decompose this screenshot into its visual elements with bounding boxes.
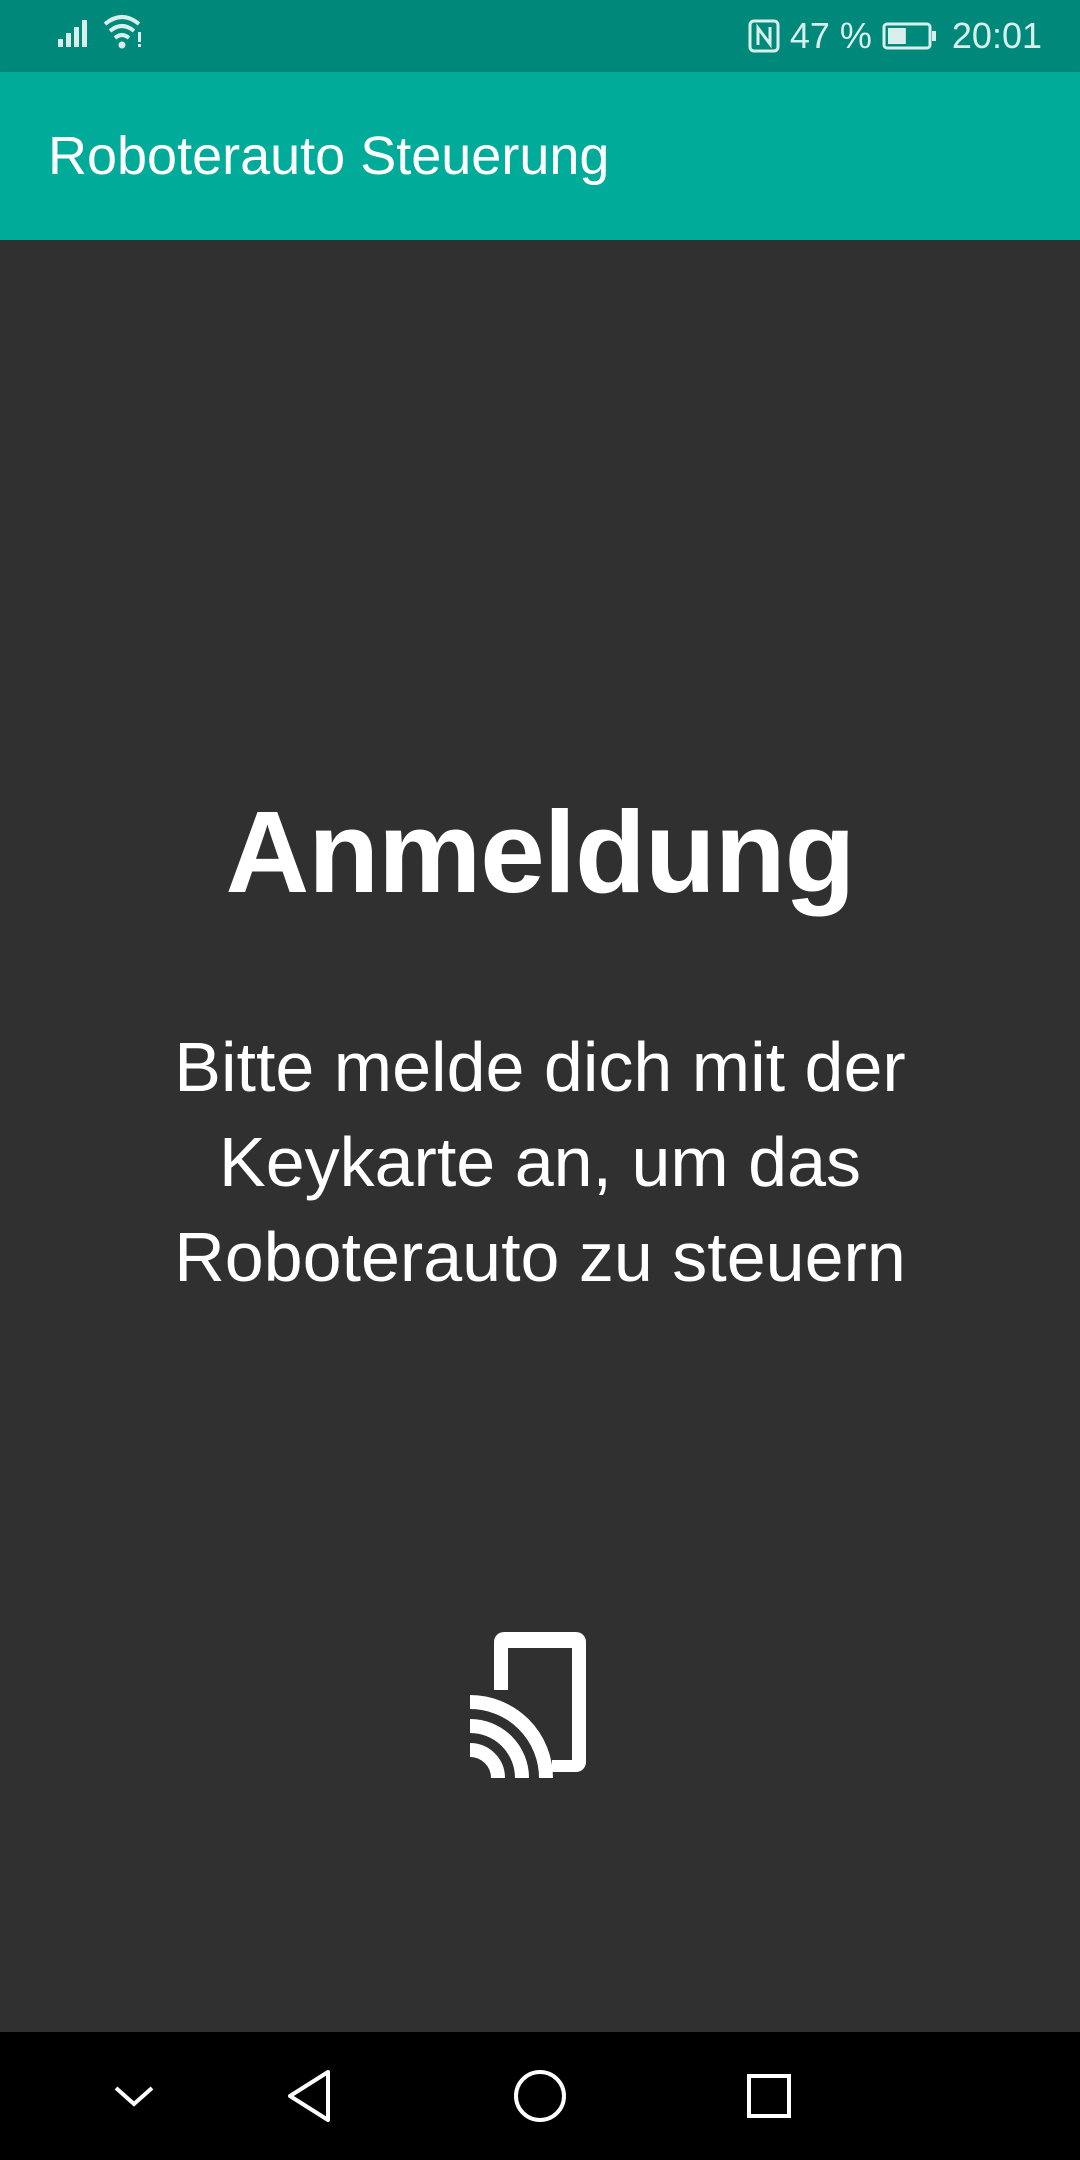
login-heading: Anmeldung [225,787,856,917]
clock: 20:01 [951,15,1042,56]
status-bar: 47 % 20:01 [0,0,1080,72]
app-title: Roboterauto Steuerung [48,126,610,186]
battery-percent: 47 % [789,15,872,56]
nfc-icon [748,19,780,53]
status-left [58,14,144,50]
app-bar: Roboterauto Steuerung [0,72,1080,240]
hide-keyboard-button[interactable] [74,2032,194,2160]
home-icon [514,2070,566,2122]
system-nav-bar [0,2032,1080,2160]
signal-icon [58,20,87,47]
nfc-tap-phone-icon [470,1632,586,1780]
back-button[interactable] [249,2032,369,2160]
login-screen: Anmeldung Bitte melde dich mit der Keyka… [0,240,1080,2032]
home-button[interactable] [480,2032,600,2160]
recents-icon [747,2074,791,2118]
back-icon [288,2070,330,2122]
wifi-icon [103,15,141,49]
status-right: 47 % 20:01 [748,0,1042,72]
recents-button[interactable] [709,2032,829,2160]
battery-icon [882,22,936,50]
login-message: Bitte melde dich mit der Keykarte an, um… [174,1028,906,1296]
chevron-down-icon [114,2086,154,2107]
